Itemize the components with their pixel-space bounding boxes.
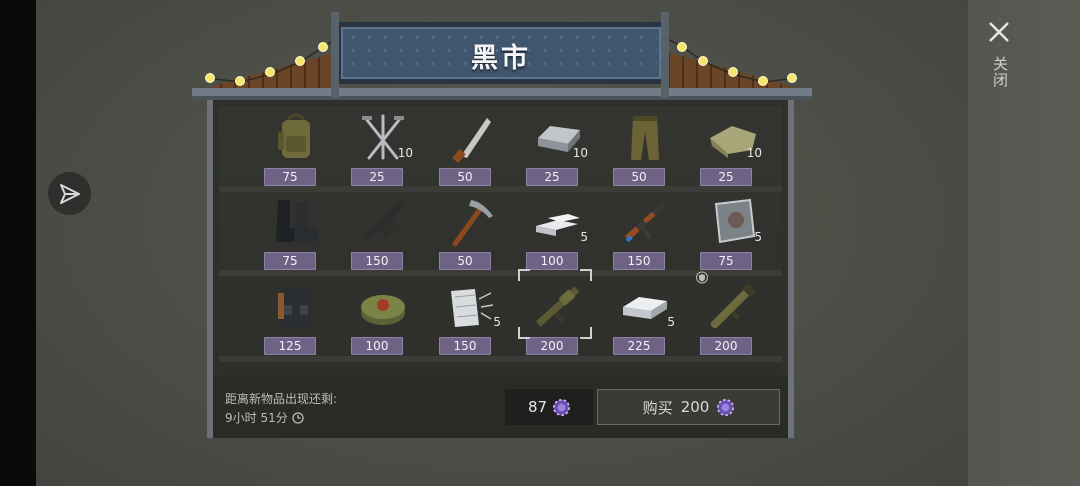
shop-item[interactable]: 5 150	[431, 275, 511, 357]
restock-timer: 9小时 51分	[225, 409, 304, 426]
item-price: 100	[526, 252, 578, 270]
item-price: 50	[439, 168, 491, 186]
item-price: 150	[351, 252, 403, 270]
close-label[interactable]: 关闭	[990, 56, 1009, 88]
item-price: 150	[439, 337, 491, 355]
pickaxe-icon	[452, 200, 493, 247]
shop-item[interactable]: 5 225	[605, 275, 685, 357]
item-price: 75	[264, 252, 316, 270]
currency-balance: 87	[505, 389, 593, 425]
buy-button[interactable]: 购买 200	[597, 389, 780, 425]
restock-timer-label: 距离新物品出现还剩:	[225, 392, 338, 406]
pants-icon	[631, 116, 659, 160]
item-quantity: 5	[667, 315, 675, 329]
machete-icon	[452, 118, 491, 163]
shop-item-selected[interactable]: 200	[518, 269, 598, 357]
fiberglass-icon	[451, 289, 494, 327]
bazooka-icon	[710, 282, 757, 329]
shop-item[interactable]: 10 25	[692, 106, 772, 188]
shop-item[interactable]: 75	[256, 106, 336, 188]
boots-icon	[276, 200, 318, 242]
item-quantity: 5	[580, 230, 588, 244]
shop-item[interactable]: 10 25	[343, 106, 423, 188]
item-quantity: 5	[493, 315, 501, 329]
assault-rifle-icon	[361, 199, 405, 242]
shop-item[interactable]: 5 100	[518, 190, 598, 272]
sign-post-left	[331, 12, 339, 98]
shop-item[interactable]: 125	[256, 275, 336, 357]
left-black-bar	[0, 0, 36, 486]
shop-item[interactable]: 150	[605, 190, 685, 272]
balance-value: 87	[527, 398, 548, 416]
shield-icon	[696, 269, 708, 288]
sign-post-right	[661, 12, 669, 98]
ak-rifle-icon	[623, 202, 666, 243]
item-price: 125	[264, 337, 316, 355]
item-grid: 75 10 25 50 10 25 50 10 25 75 150 50 5 100 150 5 75 125 10…	[219, 106, 782, 376]
shop-item[interactable]: 50	[431, 190, 511, 272]
send-icon	[59, 183, 80, 204]
shop-item[interactable]: 150	[343, 190, 423, 272]
shop-item[interactable]: 5 75	[692, 190, 772, 272]
shop-item[interactable]: 75	[256, 190, 336, 272]
backpack-icon	[278, 113, 310, 158]
aluminum-bars-icon	[536, 214, 580, 236]
item-quantity: 5	[754, 230, 762, 244]
item-quantity: 10	[746, 146, 762, 160]
tactical-vest-icon	[278, 287, 314, 327]
shop-item[interactable]: 50	[431, 106, 511, 188]
item-price: 50	[613, 168, 665, 186]
close-button[interactable]	[985, 18, 1013, 46]
item-price: 25	[351, 168, 403, 186]
item-quantity: 10	[572, 146, 588, 160]
metal-plate-icon	[714, 198, 756, 244]
item-price: 100	[351, 337, 403, 355]
item-price: 25	[526, 168, 578, 186]
buy-button-label: 购买	[642, 398, 673, 417]
silver-ingot-icon	[623, 297, 667, 319]
item-price: 150	[613, 252, 665, 270]
item-price: 200	[700, 337, 752, 355]
market-sign: 黑市	[336, 22, 666, 84]
close-icon	[989, 22, 1009, 42]
shop-footer: 距离新物品出现还剩: 9小时 51分 87 购买 200	[213, 376, 788, 438]
item-price: 25	[700, 168, 752, 186]
page-title: 黑市	[471, 43, 531, 74]
shop-item[interactable]: 10 25	[518, 106, 598, 188]
item-price: 225	[613, 337, 665, 355]
item-price: 200	[526, 337, 578, 355]
selection-corner	[518, 327, 530, 339]
grenade-launcher-icon	[536, 286, 580, 327]
chip-currency-icon	[553, 398, 571, 416]
item-price: 75	[264, 168, 316, 186]
selection-corner	[580, 269, 592, 281]
selection-corner	[580, 327, 592, 339]
shop-item[interactable]: 100	[343, 275, 423, 357]
shop-item[interactable]: 200	[692, 271, 772, 357]
clock-icon	[292, 411, 304, 424]
send-button[interactable]	[48, 172, 91, 215]
restock-timer-value: 9小时 51分	[225, 411, 288, 425]
landmine-icon	[361, 295, 405, 325]
item-price: 75	[700, 252, 752, 270]
right-panel	[968, 0, 1080, 486]
item-price: 50	[439, 252, 491, 270]
buy-button-price: 200	[680, 398, 710, 416]
shop-item[interactable]: 50	[605, 106, 685, 188]
selection-corner	[518, 269, 530, 281]
item-quantity: 10	[397, 146, 413, 160]
chip-currency-icon	[717, 398, 735, 416]
